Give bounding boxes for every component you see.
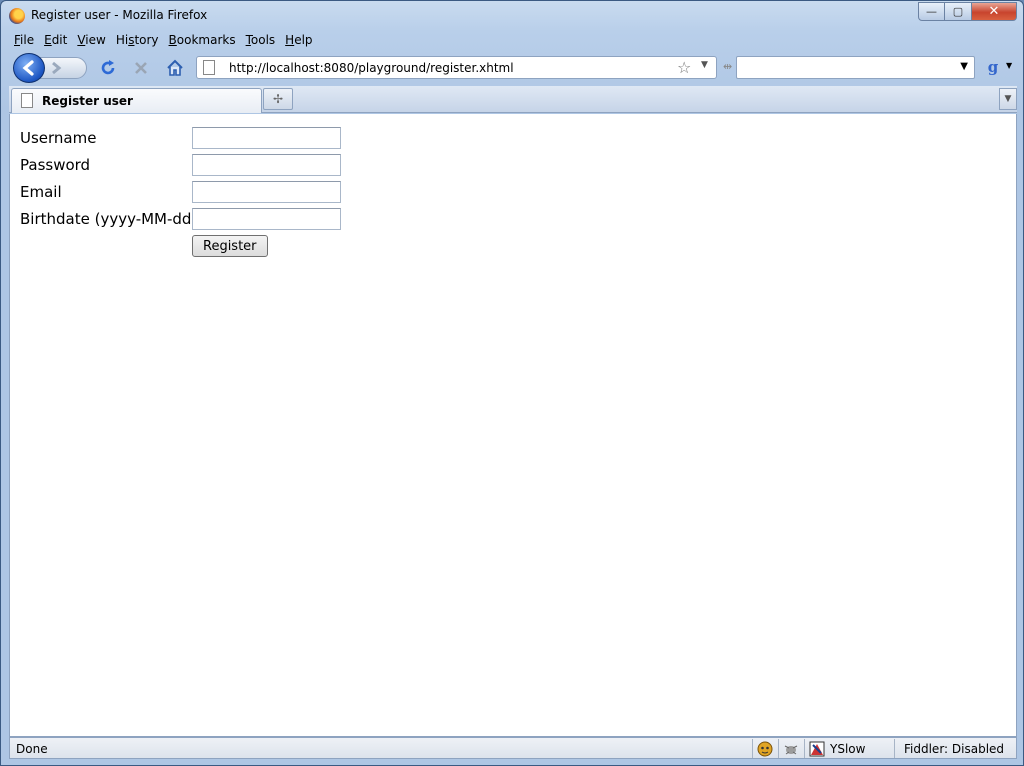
url-bar[interactable]: http://localhost:8080/playground/registe… <box>196 56 717 79</box>
menu-help[interactable]: Help <box>280 30 317 52</box>
status-divider <box>752 739 753 758</box>
register-button[interactable]: Register <box>192 235 268 257</box>
form-row-username: Username <box>20 124 341 151</box>
tab-register-user[interactable]: Register user <box>11 88 262 113</box>
yslow-icon[interactable] <box>808 740 826 757</box>
toolbar-splitter[interactable]: ⇹ <box>723 60 732 73</box>
email-input[interactable] <box>192 180 341 203</box>
menu-tools[interactable]: Tools <box>241 30 281 52</box>
menu-bookmarks[interactable]: Bookmarks <box>164 30 241 52</box>
minimize-button[interactable]: — <box>918 2 945 21</box>
birthdate-label: Birthdate (yyyy-MM-dd) <box>20 209 198 228</box>
status-divider <box>778 739 779 758</box>
status-bar: Done YSlow Fiddler: Disabled <box>9 737 1017 759</box>
greasemonkey-icon[interactable] <box>756 740 774 757</box>
browser-window: Register user - Mozilla Firefox — ▢ ✕ Fi… <box>0 0 1024 766</box>
search-dropdown-icon[interactable]: ▼ <box>960 61 968 72</box>
plus-icon: ✢ <box>272 92 284 106</box>
email-label: Email <box>20 182 62 201</box>
url-dropdown-icon[interactable]: ▼ <box>701 60 708 70</box>
password-label: Password <box>20 155 91 174</box>
reload-icon <box>101 60 115 75</box>
home-button[interactable] <box>164 57 186 79</box>
navigation-toolbar: http://localhost:8080/playground/registe… <box>9 52 1017 84</box>
form-row-birthdate: Birthdate (yyyy-MM-dd) <box>20 205 341 232</box>
new-tab-button[interactable]: ✢ <box>263 88 293 110</box>
firefox-icon <box>9 8 25 24</box>
window-controls: — ▢ ✕ <box>918 2 1017 21</box>
tab-list-button[interactable]: ▼ <box>999 88 1017 110</box>
register-form: Username Password Email Birthdate (yyyy-… <box>20 124 341 257</box>
url-text[interactable]: http://localhost:8080/playground/registe… <box>229 61 514 75</box>
google-icon[interactable]: g <box>984 58 1002 76</box>
tab-strip: Register user ✢ ▼ <box>9 86 1017 113</box>
menu-history[interactable]: History <box>111 30 164 52</box>
username-label: Username <box>20 128 97 147</box>
reload-button[interactable] <box>97 57 119 79</box>
username-input[interactable] <box>192 126 341 149</box>
menu-view[interactable]: View <box>72 30 110 52</box>
stop-icon <box>135 62 147 74</box>
firebug-icon[interactable] <box>782 740 800 757</box>
status-text: Done <box>16 742 48 756</box>
back-arrow-icon <box>22 60 34 76</box>
password-input[interactable] <box>192 153 341 176</box>
chevron-down-icon: ▼ <box>1004 94 1012 104</box>
page-content: Username Password Email Birthdate (yyyy-… <box>9 114 1017 737</box>
search-bar[interactable]: ▼ <box>736 56 975 79</box>
search-engine-dropdown-icon[interactable]: ▼ <box>1006 61 1012 70</box>
window-title: Register user - Mozilla Firefox <box>31 8 208 22</box>
page-icon <box>21 93 33 108</box>
home-icon <box>167 59 183 76</box>
status-divider <box>804 739 805 758</box>
forward-arrow-icon <box>52 61 62 75</box>
form-row-email: Email <box>20 178 341 205</box>
title-bar: Register user - Mozilla Firefox — ▢ ✕ <box>1 1 1023 29</box>
back-button[interactable] <box>13 53 45 83</box>
fiddler-status[interactable]: Fiddler: Disabled <box>904 742 1004 756</box>
close-button[interactable]: ✕ <box>972 2 1017 21</box>
form-row-password: Password <box>20 151 341 178</box>
star-icon[interactable]: ☆ <box>677 58 691 77</box>
birthdate-input[interactable] <box>192 207 341 230</box>
page-icon <box>203 60 215 75</box>
stop-button[interactable] <box>130 57 152 79</box>
tab-label: Register user <box>42 94 133 108</box>
menu-bar: File Edit View History Bookmarks Tools H… <box>9 30 318 52</box>
status-divider <box>894 739 895 758</box>
menu-file[interactable]: File <box>9 30 39 52</box>
yslow-label[interactable]: YSlow <box>830 742 865 756</box>
menu-edit[interactable]: Edit <box>39 30 72 52</box>
maximize-button[interactable]: ▢ <box>945 2 972 21</box>
